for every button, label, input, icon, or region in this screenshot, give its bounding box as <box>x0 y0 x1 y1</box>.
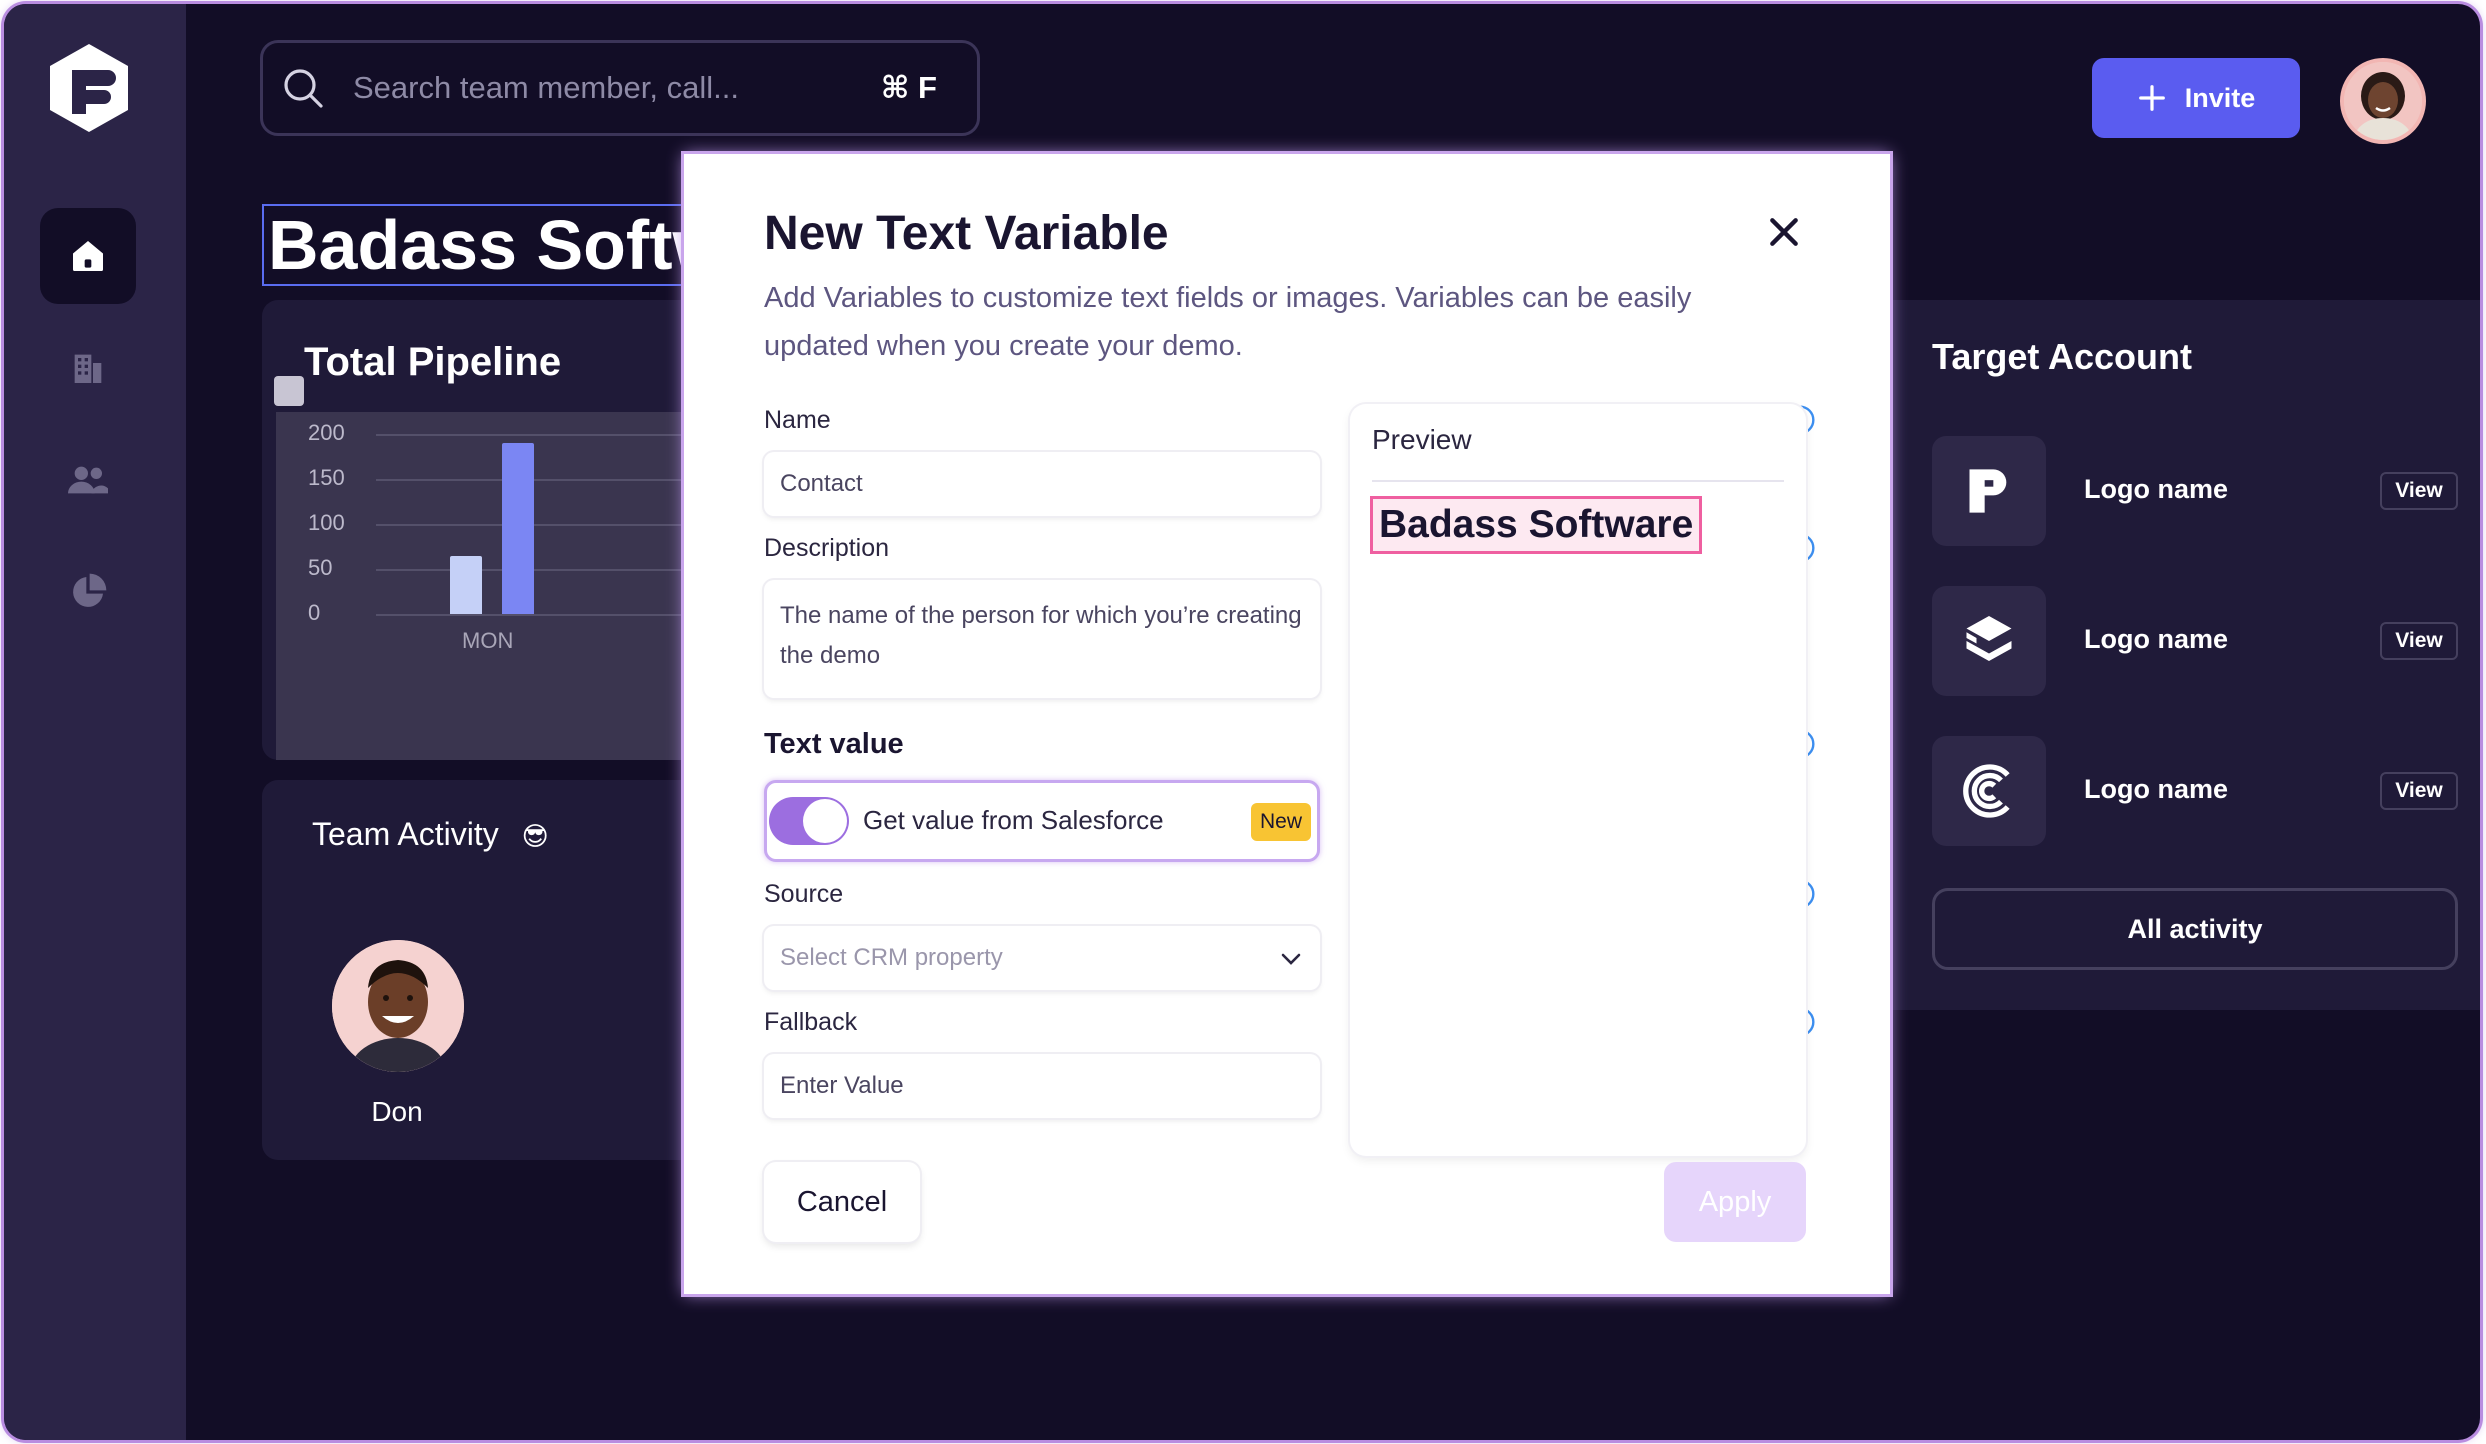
source-select[interactable]: Select CRM property <box>764 926 1320 990</box>
source-placeholder: Select CRM property <box>780 944 1003 971</box>
salesforce-toggle[interactable] <box>769 797 849 845</box>
account-name: Logo name <box>2084 624 2229 654</box>
user-avatar[interactable] <box>2340 58 2426 144</box>
gridline <box>376 524 712 526</box>
salesforce-toggle-row[interactable]: Get value from Salesforce New <box>764 780 1320 862</box>
p-logo-icon <box>1969 469 2007 513</box>
description-textarea[interactable]: The name of the person for which you’re … <box>764 580 1320 698</box>
view-button[interactable]: View <box>2380 622 2458 660</box>
member-avatar[interactable] <box>332 940 464 1072</box>
nav-analytics[interactable] <box>40 544 136 640</box>
preview-panel: Preview Badass Software <box>1350 404 1806 1156</box>
name-input[interactable]: Contact <box>764 452 1320 516</box>
x-tick-label: MON <box>462 628 514 653</box>
pipeline-chart: 200 150 100 50 0 MON <box>276 412 712 760</box>
pie-chart-icon <box>73 573 107 607</box>
modal-title: New Text Variable <box>764 207 1169 260</box>
app-window: Search team member, call... ⌘ F Invite B… <box>4 4 2480 1440</box>
search-icon <box>284 69 323 108</box>
y-tick-label: 100 <box>308 510 345 535</box>
gridline <box>376 479 712 481</box>
member-name: Don <box>371 1096 423 1127</box>
pipeline-title: Total Pipeline <box>304 340 562 384</box>
new-text-variable-modal: New Text Variable Add Variables to custo… <box>684 154 1890 1294</box>
chart-type-icon[interactable] <box>274 376 304 406</box>
description-label: Description <box>764 534 890 562</box>
search-bar[interactable]: Search team member, call... ⌘ F <box>260 40 980 136</box>
gridline <box>376 614 712 616</box>
chart-bar[interactable] <box>450 555 482 614</box>
account-name: Logo name <box>2084 474 2229 504</box>
building-icon <box>74 354 102 383</box>
fallback-input[interactable]: Enter Value <box>764 1054 1320 1118</box>
preview-divider <box>1372 480 1784 482</box>
invite-label: Invite <box>2184 82 2256 113</box>
account-logo <box>1932 736 2046 846</box>
y-tick-label: 200 <box>308 420 345 445</box>
page-title[interactable]: Badass Software <box>262 204 702 286</box>
team-activity-title: Team Activity 😎 <box>312 816 549 852</box>
account-row[interactable]: Logo name View <box>1932 586 2458 696</box>
y-tick-label: 0 <box>308 600 321 625</box>
team-activity-card: Team Activity 😎 Don <box>262 780 712 1160</box>
invite-button[interactable]: Invite <box>2092 58 2300 138</box>
search-placeholder: Search team member, call... <box>353 70 739 105</box>
account-name: Logo name <box>2084 774 2229 804</box>
modal-description: Add Variables to customize text fields o… <box>764 282 1692 362</box>
gridline <box>376 569 712 571</box>
account-row[interactable]: Logo name View <box>1932 736 2458 846</box>
all-activity-button[interactable]: All activity <box>1932 888 2458 970</box>
account-row[interactable]: Logo name View <box>1932 436 2458 546</box>
target-account-panel: Target Account Logo name View Logo name <box>1892 300 2480 1010</box>
account-logo <box>1932 586 2046 696</box>
view-button[interactable]: View <box>2380 472 2458 510</box>
source-label: Source <box>764 880 844 908</box>
preview-variable-value[interactable]: Badass Software <box>1370 496 1703 554</box>
fallback-label: Fallback <box>764 1008 858 1036</box>
y-tick-label: 150 <box>308 465 345 490</box>
text-value-label: Text value <box>764 728 904 760</box>
cancel-button[interactable]: Cancel <box>764 1162 920 1242</box>
sunglasses-emoji-icon: 😎 <box>521 821 549 851</box>
y-tick-label: 50 <box>308 555 333 580</box>
account-logo <box>1932 436 2046 546</box>
nav-team[interactable] <box>40 432 136 528</box>
home-icon <box>73 241 103 271</box>
close-icon[interactable] <box>1764 212 1804 252</box>
target-account-title: Target Account <box>1932 336 2193 377</box>
view-button[interactable]: View <box>2380 772 2458 810</box>
chevron-down-icon <box>1281 953 1301 965</box>
apply-button[interactable]: Apply <box>1664 1162 1806 1242</box>
gridline <box>376 434 712 436</box>
users-icon <box>68 466 108 494</box>
app-logo[interactable] <box>44 40 134 136</box>
layers-logo-icon <box>1966 616 2012 661</box>
name-label: Name <box>764 406 831 434</box>
nav-home[interactable] <box>40 208 136 304</box>
circles-logo-icon <box>1963 764 2010 818</box>
search-shortcut: ⌘ F <box>880 70 937 105</box>
salesforce-toggle-label: Get value from Salesforce <box>863 805 1164 835</box>
preview-title: Preview <box>1372 424 1472 455</box>
chart-bar[interactable] <box>502 443 534 614</box>
sidebar <box>4 4 186 1440</box>
plus-icon <box>2138 85 2165 111</box>
nav-companies[interactable] <box>40 320 136 416</box>
new-badge: New <box>1251 803 1311 841</box>
total-pipeline-card: Total Pipeline 200 150 100 50 0 MON <box>262 300 712 760</box>
